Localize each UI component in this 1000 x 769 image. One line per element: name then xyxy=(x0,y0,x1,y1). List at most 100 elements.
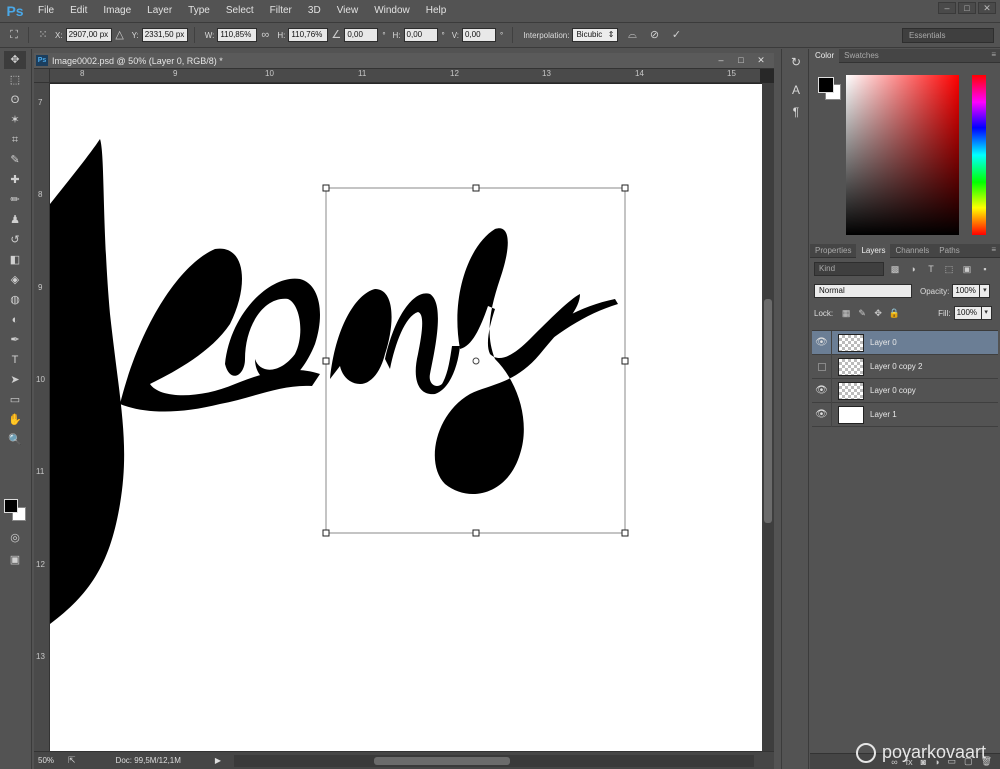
vertical-scroll-thumb[interactable] xyxy=(764,299,772,523)
menu-edit[interactable]: Edit xyxy=(62,0,95,22)
type-filter-icon[interactable]: T xyxy=(924,262,938,276)
brush-icon[interactable]: ✏ xyxy=(4,191,26,209)
cancel-transform-icon[interactable]: ⊘ xyxy=(646,27,662,43)
stamp-icon[interactable]: ♟ xyxy=(4,211,26,229)
maximize-button[interactable]: □ xyxy=(958,2,976,14)
character-panel-icon[interactable]: A xyxy=(786,81,806,99)
opacity-field[interactable]: 100% xyxy=(952,284,981,298)
tab-swatches[interactable]: Swatches xyxy=(839,49,884,63)
image-filter-icon[interactable]: ▩ xyxy=(888,262,902,276)
canvas[interactable] xyxy=(50,84,762,751)
menu-view[interactable]: View xyxy=(329,0,367,22)
kind-filter-select[interactable]: Kind xyxy=(814,262,884,276)
foreground-color-swatch[interactable] xyxy=(818,77,834,93)
tab-color[interactable]: Color xyxy=(810,48,840,63)
minimize-button[interactable]: – xyxy=(938,2,956,14)
reference-point-icon[interactable]: ⁙ xyxy=(35,27,51,43)
zoom-level[interactable]: 50% xyxy=(34,754,68,768)
ruler-corner[interactable] xyxy=(34,69,50,83)
path-select-icon[interactable]: ➤ xyxy=(4,371,26,389)
menu-file[interactable]: File xyxy=(30,0,62,22)
document-tab[interactable]: Ps Image0002.psd @ 50% (Layer 0, RGB/8) … xyxy=(34,53,774,69)
bucket-icon[interactable]: ◈ xyxy=(4,271,26,289)
horizontal-scrollbar[interactable] xyxy=(234,755,754,767)
menu-filter[interactable]: Filter xyxy=(262,0,300,22)
screen-mode-icon[interactable]: ▣ xyxy=(4,551,26,569)
shape-filter-icon[interactable]: ⬚ xyxy=(942,262,956,276)
tab-properties[interactable]: Properties xyxy=(810,244,856,258)
hue-slider[interactable] xyxy=(972,75,986,235)
eye-icon[interactable]: 👁 xyxy=(812,402,832,427)
status-arrow-icon[interactable]: ▶ xyxy=(215,756,221,765)
panel-menu-icon[interactable]: ≡ xyxy=(991,50,996,59)
vertical-scrollbar[interactable] xyxy=(762,83,774,751)
lock-transparency-icon[interactable]: ▦ xyxy=(840,307,852,319)
width-field[interactable]: 110,85% xyxy=(217,28,258,42)
interpolation-select[interactable]: Bicubic ⇕ xyxy=(572,28,619,42)
menu-3d[interactable]: 3D xyxy=(300,0,329,22)
color-picker-field[interactable] xyxy=(846,75,959,235)
blur-icon[interactable]: ◍ xyxy=(4,291,26,309)
fill-dropdown-icon[interactable]: ▾ xyxy=(981,306,992,320)
zoom-icon[interactable]: 🔍 xyxy=(4,431,26,449)
menu-layer[interactable]: Layer xyxy=(139,0,180,22)
eye-icon[interactable]: 👁 xyxy=(812,330,832,355)
x-field[interactable]: 2907,00 px xyxy=(65,28,112,42)
y-field[interactable]: 2331,50 px xyxy=(141,28,188,42)
dodge-icon[interactable]: ◐ xyxy=(4,311,26,329)
lock-all-icon[interactable]: 🔒 xyxy=(888,307,900,319)
move-icon[interactable]: ✥ xyxy=(4,51,26,69)
layer-row[interactable]: 👁 Layer 0 xyxy=(812,330,998,355)
warp-icon[interactable]: ⌓ xyxy=(624,27,640,43)
history-brush-icon[interactable]: ↺ xyxy=(4,231,26,249)
doc-minimize-button[interactable]: – xyxy=(714,55,728,66)
ruler-vertical[interactable]: 7 8 9 10 11 12 13 xyxy=(34,83,50,751)
filter-toggle-icon[interactable]: ▪ xyxy=(978,262,992,276)
menu-image[interactable]: Image xyxy=(95,0,139,22)
paragraph-panel-icon[interactable]: ¶ xyxy=(786,103,806,121)
eye-icon[interactable]: 👁 xyxy=(812,378,832,403)
lock-pixels-icon[interactable]: ✎ xyxy=(856,307,868,319)
eye-hidden-icon[interactable] xyxy=(812,354,832,379)
doc-close-button[interactable]: ✕ xyxy=(754,55,768,66)
crop-icon[interactable]: ⌗ xyxy=(4,131,26,149)
layer-row[interactable]: 👁 Layer 0 copy xyxy=(812,378,998,403)
panel-menu-icon[interactable]: ≡ xyxy=(991,245,996,254)
vskew-field[interactable]: 0,00 xyxy=(462,28,496,42)
pen-icon[interactable]: ✒ xyxy=(4,331,26,349)
menu-select[interactable]: Select xyxy=(218,0,262,22)
blend-mode-select[interactable]: Normal xyxy=(814,284,912,298)
hskew-field[interactable]: 0,00 xyxy=(403,28,438,42)
opacity-dropdown-icon[interactable]: ▾ xyxy=(980,284,991,298)
angle-field[interactable]: 0,00 xyxy=(344,28,379,42)
type-icon[interactable]: T xyxy=(4,351,26,369)
lasso-icon[interactable]: ʘ xyxy=(4,91,26,109)
link-icon[interactable]: ∞ xyxy=(257,27,273,43)
lock-position-icon[interactable]: ✥ xyxy=(872,307,884,319)
workspace-select[interactable]: Essentials xyxy=(902,28,994,43)
tab-paths[interactable]: Paths xyxy=(934,244,964,258)
layer-row[interactable]: Layer 0 copy 2 xyxy=(812,354,998,379)
fg-bg-colors[interactable] xyxy=(4,499,28,523)
delta-icon[interactable]: △ xyxy=(112,27,128,43)
smart-object-filter-icon[interactable]: ▣ xyxy=(960,262,974,276)
eyedropper-icon[interactable]: ✎ xyxy=(4,151,26,169)
hand-icon[interactable]: ✋ xyxy=(4,411,26,429)
adjustment-filter-icon[interactable]: ◑ xyxy=(906,262,920,276)
rectangle-icon[interactable]: ▭ xyxy=(4,391,26,409)
doc-size-info[interactable]: Doc: 99,5M/12,1M xyxy=(116,756,181,765)
foreground-color-swatch[interactable] xyxy=(4,499,18,513)
doc-maximize-button[interactable]: □ xyxy=(734,55,748,66)
commit-transform-icon[interactable]: ✓ xyxy=(668,27,684,43)
horizontal-scroll-thumb[interactable] xyxy=(374,757,510,765)
export-icon[interactable]: ⇱ xyxy=(68,755,76,766)
layer-row[interactable]: 👁 Layer 1 xyxy=(812,402,998,427)
marquee-icon[interactable]: ⬚ xyxy=(4,71,26,89)
close-button[interactable]: ✕ xyxy=(978,2,996,14)
ruler-horizontal[interactable]: 8 9 10 11 12 13 14 15 xyxy=(50,69,760,83)
tab-layers[interactable]: Layers xyxy=(856,243,891,258)
height-field[interactable]: 110,76% xyxy=(288,28,329,42)
fill-field[interactable]: 100% xyxy=(953,306,982,320)
menu-help[interactable]: Help xyxy=(418,0,455,22)
tab-channels[interactable]: Channels xyxy=(890,244,934,258)
